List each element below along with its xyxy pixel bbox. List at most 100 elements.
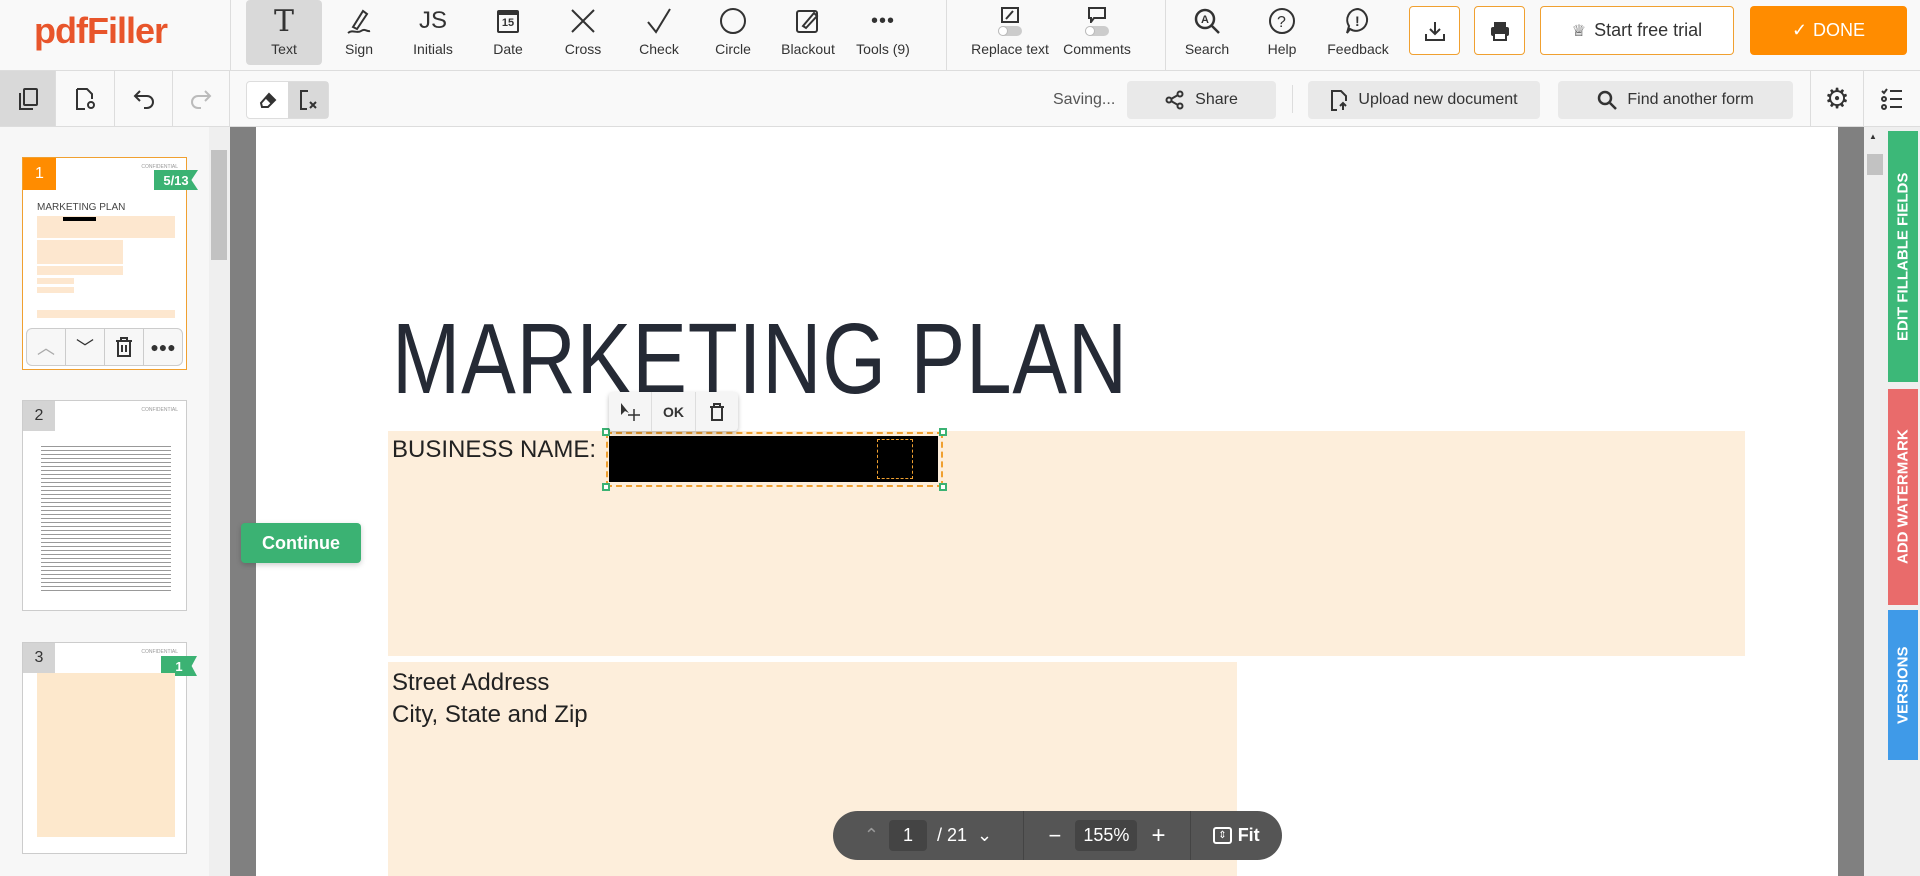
selection-outline bbox=[606, 432, 943, 487]
settings-button[interactable]: ⚙ bbox=[1810, 71, 1864, 126]
save-status: Saving... bbox=[1053, 91, 1116, 108]
replace-text-icon bbox=[972, 6, 1048, 36]
business-name-label: BUSINESS NAME: bbox=[392, 436, 597, 463]
scrollbar-thumb[interactable] bbox=[211, 150, 227, 260]
clear-field-icon bbox=[300, 90, 317, 110]
canvas-gutter bbox=[1838, 127, 1864, 876]
pages-panel-button[interactable] bbox=[0, 71, 56, 126]
done-button[interactable]: ✓ DONE bbox=[1750, 6, 1907, 55]
secondary-toolbar: Saving... Share Upload new document Find… bbox=[0, 71, 1920, 127]
eraser-button[interactable] bbox=[247, 82, 288, 118]
document-settings-button[interactable] bbox=[56, 71, 115, 126]
circle-icon bbox=[695, 6, 771, 36]
undo-icon bbox=[133, 89, 154, 109]
scrollbar-thumb[interactable] bbox=[1867, 154, 1883, 175]
help-button[interactable]: ? Help bbox=[1244, 0, 1320, 65]
continue-button[interactable]: Continue bbox=[241, 523, 361, 563]
business-name-field[interactable] bbox=[388, 431, 1745, 656]
initials-icon: JS bbox=[418, 7, 447, 34]
download-button[interactable] bbox=[1409, 6, 1460, 55]
tool-label: Replace text bbox=[971, 41, 1049, 57]
redo-button[interactable] bbox=[173, 71, 230, 126]
start-free-trial-button[interactable]: ♕ Start free trial bbox=[1540, 6, 1734, 55]
chevron-down-icon: ﹀ bbox=[76, 338, 94, 358]
undo-button[interactable] bbox=[115, 71, 173, 126]
replace-text-toggle[interactable]: Replace text bbox=[971, 0, 1049, 65]
print-button[interactable] bbox=[1474, 6, 1525, 55]
chevron-up-icon: ︿ bbox=[37, 338, 55, 358]
toc-lines bbox=[41, 443, 171, 593]
edit-fillable-fields-tab[interactable]: EDIT FILLABLE FIELDS bbox=[1888, 131, 1918, 382]
tool-cross[interactable]: Cross bbox=[545, 0, 621, 65]
next-page-button[interactable]: ⌄ bbox=[977, 825, 992, 846]
ok-button[interactable]: OK bbox=[652, 392, 696, 431]
versions-tab[interactable]: VERSIONS bbox=[1888, 610, 1918, 760]
sign-icon bbox=[321, 6, 397, 36]
resize-handle[interactable] bbox=[602, 483, 610, 491]
start-free-trial-label: Start free trial bbox=[1594, 20, 1703, 40]
tool-more[interactable]: ••• Tools (9) bbox=[845, 0, 921, 65]
move-field-button[interactable] bbox=[609, 392, 653, 431]
delete-page-button[interactable] bbox=[105, 329, 144, 365]
crown-icon: ♕ bbox=[1571, 22, 1587, 40]
thumbnail-page-3[interactable]: 3 CONFIDENTIAL 1 bbox=[22, 642, 197, 854]
sidebar-scrollbar[interactable] bbox=[209, 127, 230, 876]
fit-button[interactable]: ⇕ Fit bbox=[1191, 825, 1282, 846]
thumbnail-page-2[interactable]: 2 CONFIDENTIAL bbox=[22, 400, 187, 611]
document-page: MARKETING PLAN BUSINESS NAME: OK Street … bbox=[256, 127, 1838, 876]
trash-icon bbox=[116, 337, 132, 357]
move-down-button[interactable]: ﹀ bbox=[66, 329, 105, 365]
calendar-day: 15 bbox=[496, 9, 520, 33]
share-icon bbox=[1165, 90, 1184, 110]
previous-page-button[interactable]: ⌃ bbox=[864, 825, 879, 846]
page-number-input[interactable]: 1 bbox=[888, 820, 927, 851]
eraser-icon bbox=[259, 92, 276, 108]
page-number: 2 bbox=[23, 401, 55, 431]
search-icon bbox=[1598, 90, 1618, 110]
gear-icon: ⚙ bbox=[1824, 83, 1850, 114]
trash-icon bbox=[709, 402, 724, 421]
upload-document-button[interactable]: Upload new document bbox=[1308, 81, 1540, 119]
svg-text:A: A bbox=[1201, 14, 1209, 26]
comments-toggle[interactable]: Comments bbox=[1059, 0, 1135, 65]
redo-icon bbox=[191, 89, 212, 109]
zoom-in-button[interactable]: + bbox=[1151, 822, 1165, 850]
tool-label: Feedback bbox=[1327, 41, 1389, 57]
find-form-button[interactable]: Find another form bbox=[1558, 81, 1793, 119]
page-total: / 21 bbox=[936, 825, 968, 845]
address-line-1: Street Address bbox=[392, 669, 550, 696]
share-button[interactable]: Share bbox=[1127, 81, 1276, 119]
thumbnail-page-1[interactable]: 1 CONFIDENTIAL 5/13 MARKETING PLAN ︿ ﹀ ●… bbox=[22, 157, 198, 370]
zoom-out-button[interactable]: − bbox=[1049, 823, 1062, 849]
thumb-header: CONFIDENTIAL bbox=[141, 407, 178, 413]
check-icon bbox=[621, 6, 697, 36]
checklist-button[interactable] bbox=[1864, 71, 1920, 126]
move-up-button[interactable]: ︿ bbox=[27, 329, 66, 365]
help-icon: ? bbox=[1244, 6, 1320, 36]
clear-field-button[interactable] bbox=[288, 82, 328, 118]
fit-page-icon: ⇕ bbox=[1213, 827, 1232, 844]
fields-badge: 5/13 bbox=[154, 170, 198, 190]
delete-field-button[interactable] bbox=[696, 392, 738, 431]
toggle-switch[interactable] bbox=[1085, 25, 1109, 36]
erase-group bbox=[246, 81, 329, 119]
field-toolbar: OK bbox=[609, 392, 738, 431]
text-icon: T bbox=[273, 3, 294, 39]
check-icon: ✓ bbox=[1791, 20, 1808, 40]
feedback-button[interactable]: ! Feedback bbox=[1320, 0, 1396, 65]
more-page-actions-button[interactable]: ●●● bbox=[144, 329, 182, 365]
address-text: Street Address City, State and Zip bbox=[392, 667, 588, 731]
resize-handle[interactable] bbox=[939, 483, 947, 491]
resize-handle[interactable] bbox=[939, 428, 947, 436]
divider bbox=[230, 0, 231, 71]
find-form-label: Find another form bbox=[1627, 91, 1754, 108]
logo[interactable]: pdfFiller bbox=[34, 10, 168, 52]
move-icon bbox=[621, 402, 641, 421]
add-watermark-tab[interactable]: ADD WATERMARK bbox=[1888, 389, 1918, 605]
done-label: DONE bbox=[1813, 20, 1866, 40]
page-number: 1 bbox=[23, 158, 56, 190]
zoom-level[interactable]: 155% bbox=[1075, 820, 1138, 851]
toggle-switch[interactable] bbox=[998, 25, 1022, 36]
document-scrollbar[interactable]: ▲ bbox=[1864, 127, 1885, 876]
scroll-up-arrow[interactable]: ▲ bbox=[1869, 132, 1877, 141]
